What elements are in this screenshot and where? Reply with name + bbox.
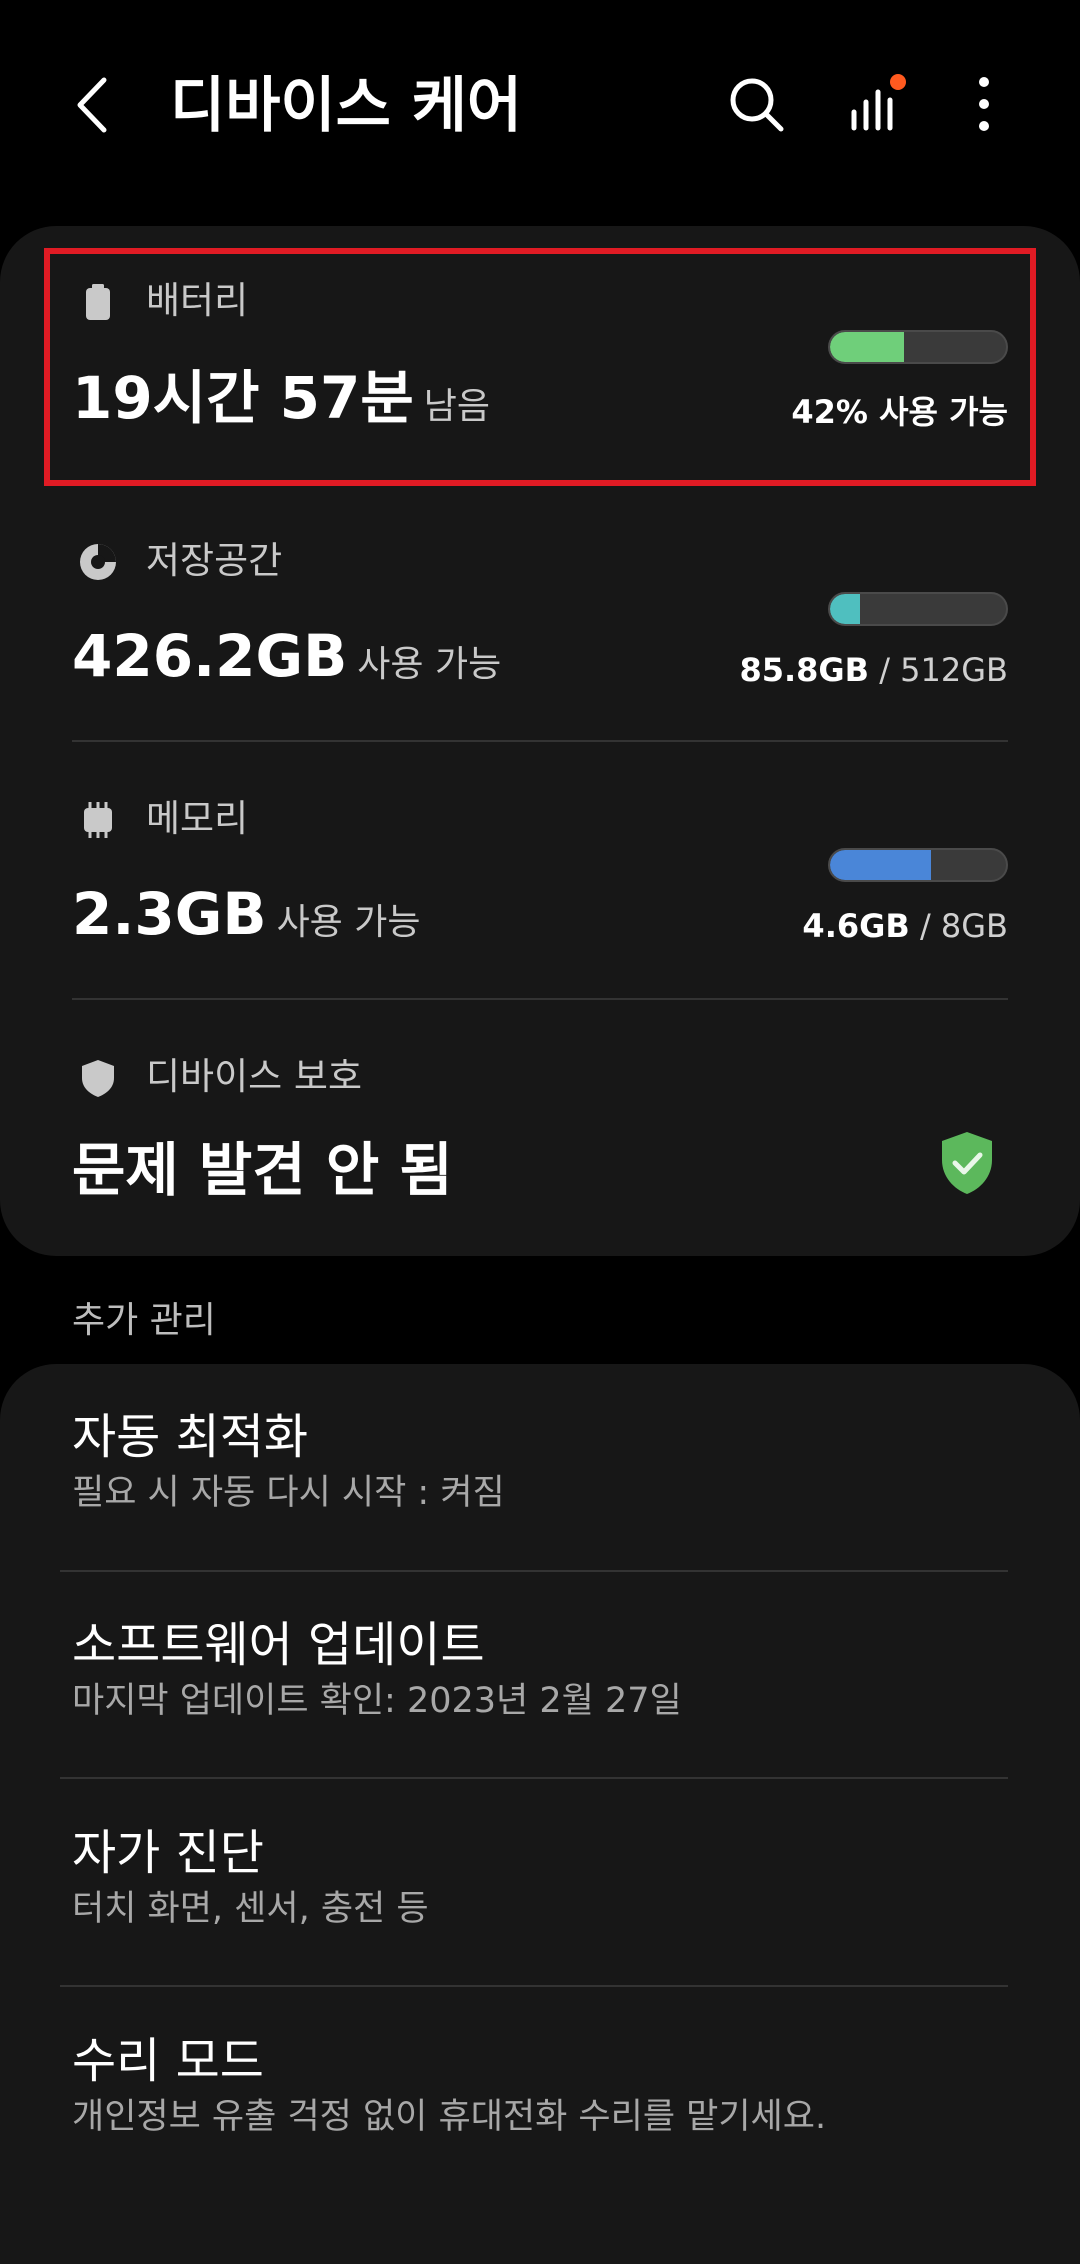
battery-bar-fill — [830, 332, 904, 362]
list-item-software-update[interactable]: 소프트웨어 업데이트 마지막 업데이트 확인: 2023년 2월 27일 — [0, 1612, 1080, 1782]
storage-bar-fill — [830, 594, 860, 624]
list-item-subtitle: 필요 시 자동 다시 시작 : 켜짐 — [72, 1473, 505, 1513]
memory-suffix: 사용 가능 — [276, 902, 421, 943]
list-item-subtitle: 터치 화면, 센서, 충전 등 — [72, 1889, 429, 1929]
stats-button[interactable] — [844, 72, 908, 136]
divider — [60, 1570, 1008, 1572]
protection-value: 문제 발견 안 됨 — [72, 1130, 453, 1225]
app-header: 디바이스 케어 — [0, 0, 1080, 215]
protection-label: 디바이스 보호 — [146, 1055, 363, 1098]
battery-value: 19시간 57분 남음 — [72, 358, 490, 453]
list-item-repair-mode[interactable]: 수리 모드 개인정보 유출 걱정 없이 휴대전화 수리를 맡기세요. — [0, 2028, 1080, 2198]
storage-total: / 512GB — [879, 651, 1008, 689]
battery-item[interactable]: 배터리 19시간 57분 남음 42% 사용 가능 — [0, 248, 1080, 486]
memory-bar — [828, 848, 1008, 882]
battery-bar — [828, 330, 1008, 364]
storage-icon — [80, 544, 116, 580]
memory-value: 2.3GB 사용 가능 — [72, 874, 421, 969]
divider — [60, 1777, 1008, 1779]
search-icon — [730, 78, 784, 132]
divider — [72, 740, 1008, 742]
storage-used: 85.8GB — [739, 651, 870, 689]
memory-bar-fill — [830, 850, 932, 880]
back-button[interactable] — [62, 70, 122, 140]
memory-usage: 4.6GB / 8GB — [802, 904, 1008, 948]
memory-chip-icon — [84, 802, 112, 838]
list-item-title: 소프트웨어 업데이트 — [72, 1617, 485, 1673]
battery-icon — [86, 284, 110, 320]
storage-usage: 85.8GB / 512GB — [739, 648, 1008, 692]
memory-available: 2.3GB — [72, 880, 267, 948]
notification-dot — [890, 74, 906, 90]
more-icon — [979, 77, 989, 131]
divider — [60, 1985, 1008, 1987]
storage-suffix: 사용 가능 — [357, 644, 502, 685]
battery-label: 배터리 — [146, 279, 249, 322]
shield-icon — [82, 1060, 114, 1097]
list-item-subtitle: 마지막 업데이트 확인: 2023년 2월 27일 — [72, 1681, 682, 1721]
battery-percent: 42% 사용 가능 — [791, 390, 1008, 434]
storage-available: 426.2GB — [72, 622, 348, 690]
shield-check-icon — [942, 1132, 992, 1194]
protection-status: 문제 발견 안 됨 — [72, 1136, 453, 1204]
list-item-title: 자가 진단 — [72, 1825, 264, 1881]
stats-icon — [851, 74, 906, 131]
memory-item[interactable]: 메모리 2.3GB 사용 가능 4.6GB / 8GB — [0, 778, 1080, 998]
storage-label: 저장공간 — [146, 539, 283, 582]
battery-suffix: 남음 — [423, 386, 490, 427]
divider — [72, 998, 1008, 1000]
more-options-button[interactable] — [952, 72, 1016, 136]
back-icon — [77, 77, 107, 133]
storage-item[interactable]: 저장공간 426.2GB 사용 가능 85.8GB / 512GB — [0, 520, 1080, 740]
list-item-title: 수리 모드 — [72, 2033, 264, 2089]
memory-total: / 8GB — [919, 907, 1008, 945]
list-item-auto-optimize[interactable]: 자동 최적화 필요 시 자동 다시 시작 : 켜짐 — [0, 1404, 1080, 1574]
page-title: 디바이스 케어 — [170, 71, 523, 141]
battery-available: 42% 사용 가능 — [791, 393, 1008, 431]
storage-bar — [828, 592, 1008, 626]
storage-value: 426.2GB 사용 가능 — [72, 616, 501, 711]
list-item-diagnostics[interactable]: 자가 진단 터치 화면, 센서, 충전 등 — [0, 1820, 1080, 1990]
list-item-subtitle: 개인정보 유출 걱정 없이 휴대전화 수리를 맡기세요. — [72, 2097, 827, 2137]
memory-used: 4.6GB — [802, 907, 910, 945]
battery-time: 19시간 57분 — [72, 364, 414, 432]
memory-label: 메모리 — [146, 797, 249, 840]
section-header-more: 추가 관리 — [72, 1300, 216, 1341]
list-item-title: 자동 최적화 — [72, 1409, 309, 1465]
protection-item[interactable]: 디바이스 보호 문제 발견 안 됨 — [0, 1036, 1080, 1236]
search-button[interactable] — [724, 72, 788, 136]
